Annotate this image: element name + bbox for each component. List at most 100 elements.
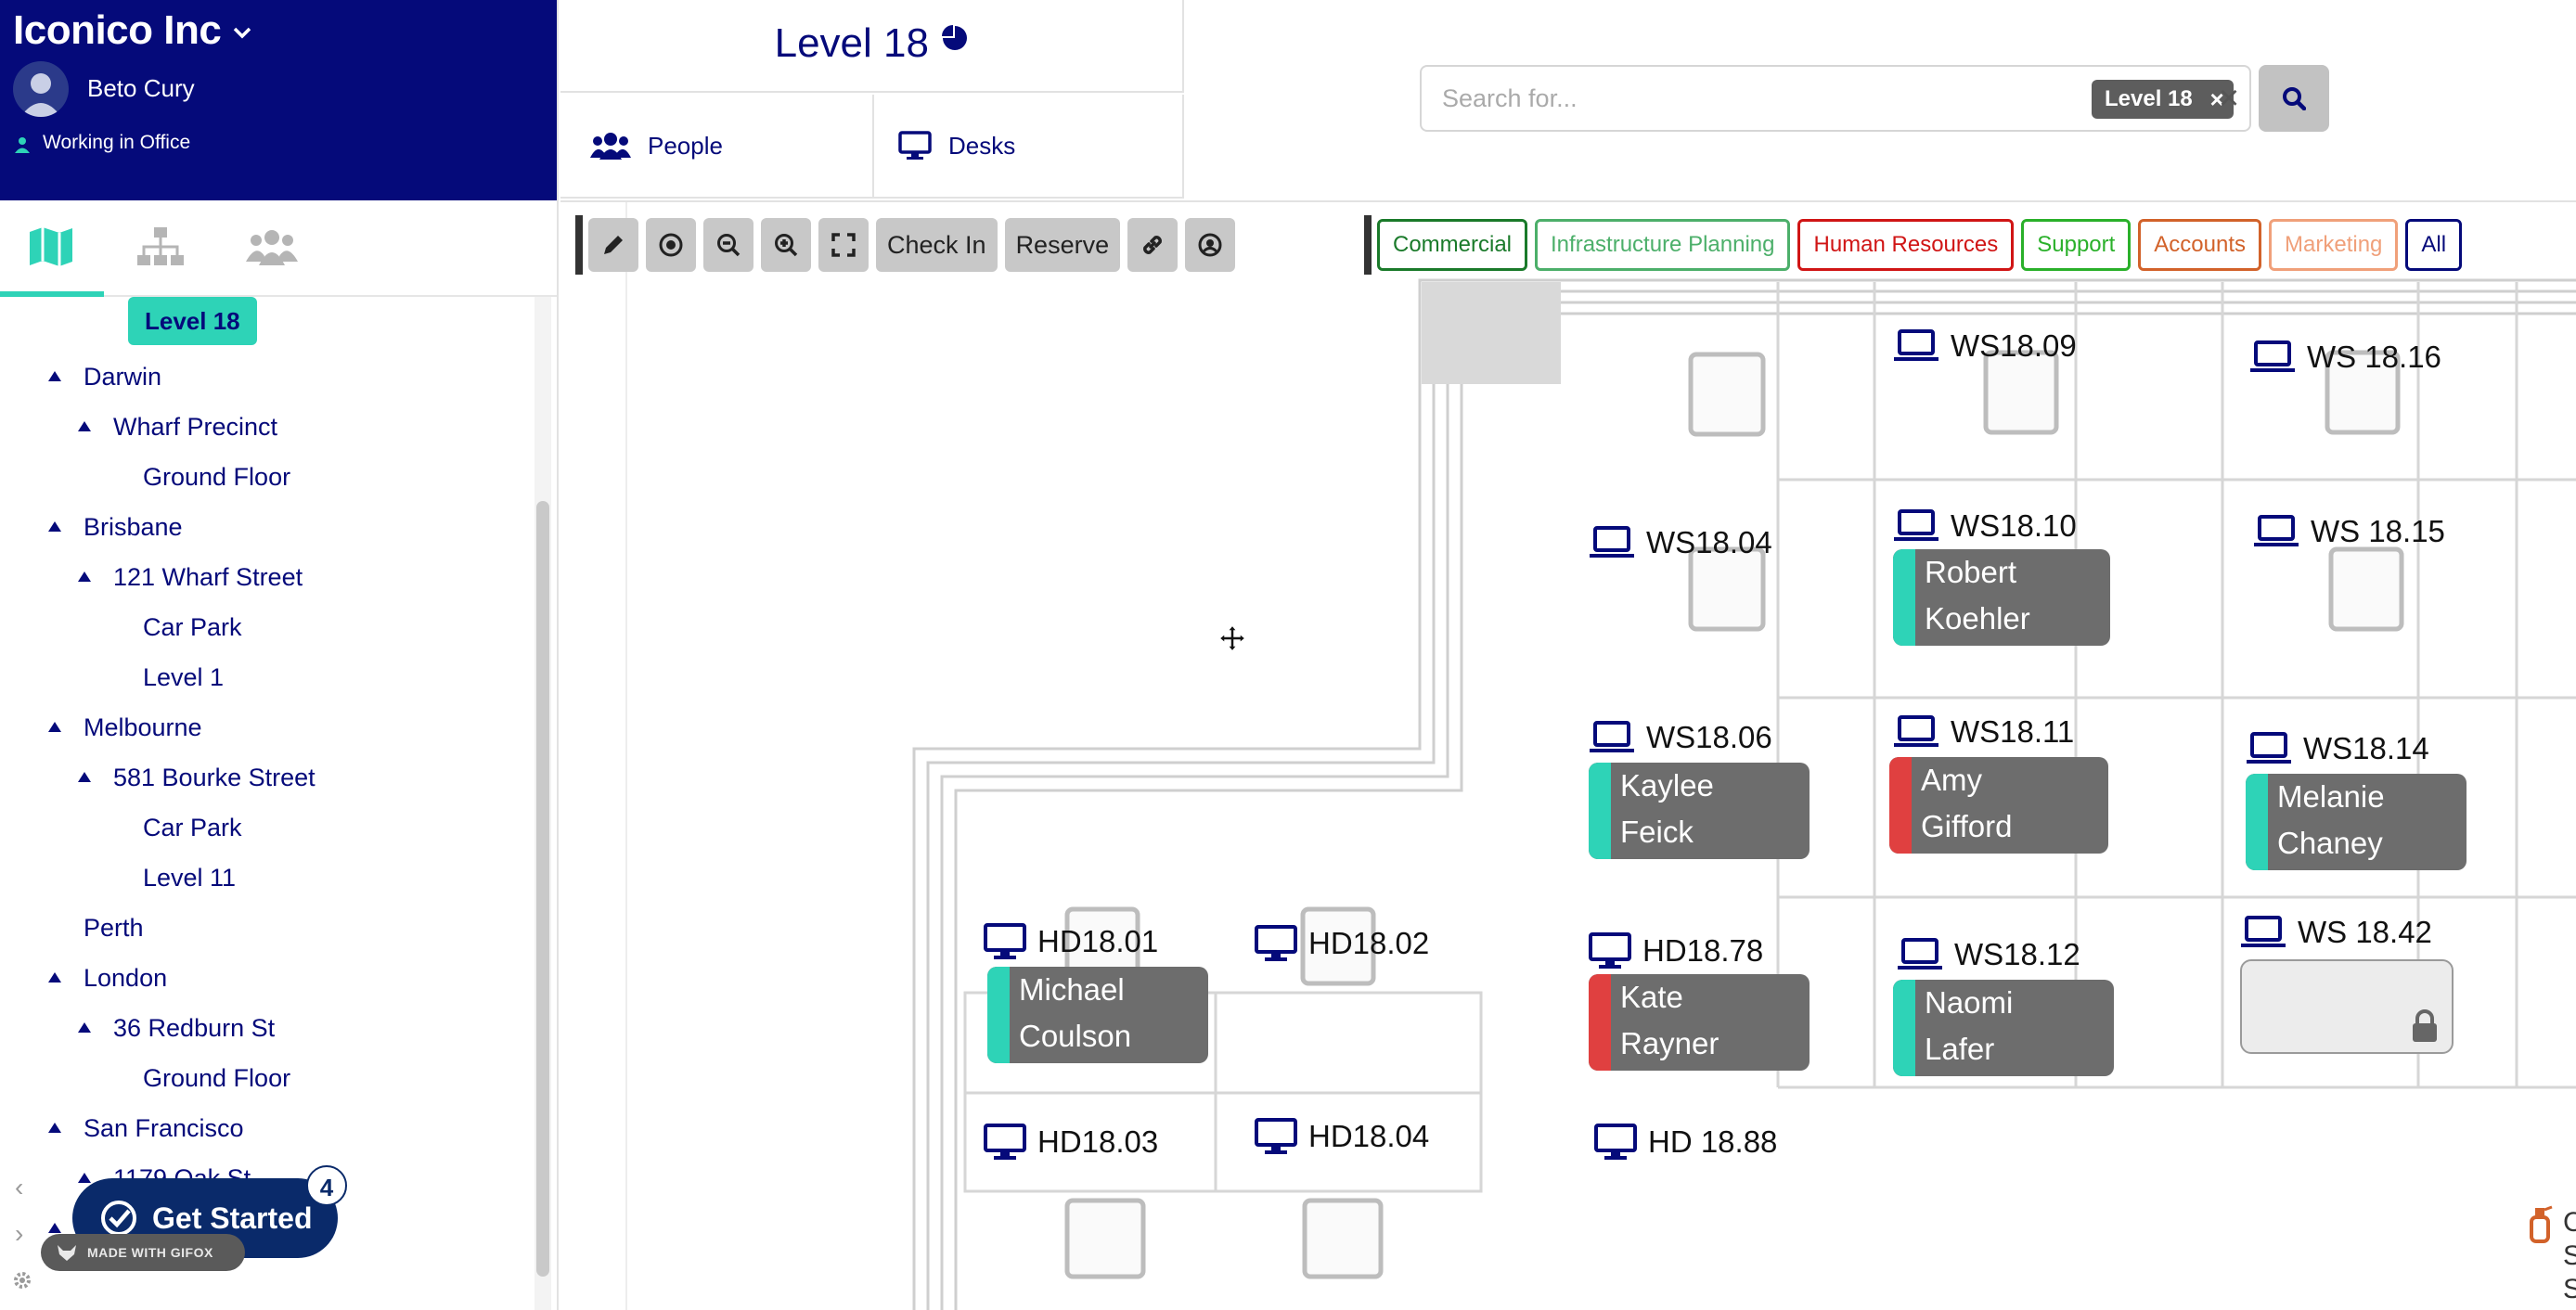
tree-item[interactable]: San Francisco [84, 1110, 244, 1147]
booking-card[interactable]: Naomi Lafer [1893, 980, 2114, 1076]
booking-card[interactable]: Kaylee Feick [1589, 763, 1810, 859]
tab-teams[interactable] [239, 221, 304, 273]
desk-label[interactable]: WS18.12 [1897, 931, 2080, 978]
caret-icon[interactable] [78, 421, 91, 431]
desk-label[interactable]: HD18.01 [984, 918, 1158, 965]
caret-icon[interactable] [48, 1123, 61, 1133]
status-strip [2246, 774, 2268, 870]
desk-label[interactable]: HD18.78 [1589, 928, 1763, 974]
edit-button[interactable] [588, 218, 638, 272]
chevron-right-icon[interactable]: › [15, 1219, 23, 1249]
desk-label[interactable]: WS 18.42 [2240, 909, 2432, 956]
tree-item[interactable]: Ground Floor [143, 1060, 290, 1097]
pencil-icon [604, 236, 623, 254]
filter-chip[interactable]: Commercial [1377, 219, 1528, 271]
desk-label[interactable]: WS 18.16 [2249, 334, 2441, 380]
desk-label[interactable]: WS18.04 [1589, 520, 1772, 566]
tree-item[interactable]: Perth [84, 909, 144, 946]
tree-item[interactable]: Level 1 [143, 659, 224, 696]
zoom-in-icon [775, 234, 798, 257]
tree-item[interactable]: 36 Redburn St [113, 1009, 275, 1047]
booking-card[interactable]: Amy Gifford [1889, 757, 2108, 854]
filter-chip[interactable]: All [2405, 219, 2463, 271]
tree-item[interactable]: Wharf Precinct [113, 408, 277, 445]
reserve-button[interactable]: Reserve [1004, 218, 1121, 272]
desk-label[interactable]: HD18.04 [1255, 1113, 1429, 1160]
tree-item[interactable]: Melbourne [84, 709, 202, 746]
filter-chip[interactable]: Infrastructure Planning [1535, 219, 1791, 271]
desk-label[interactable]: HD18.02 [1255, 920, 1429, 967]
locked-desk-slot[interactable] [2240, 959, 2454, 1054]
filter-chip[interactable]: Human Resources [1797, 219, 2015, 271]
caret-icon[interactable] [48, 972, 61, 982]
tab-org-chart[interactable] [128, 221, 193, 273]
booking-card[interactable]: Kate Rayner [1589, 974, 1810, 1071]
desk-label[interactable]: WS18.14 [2246, 726, 2429, 772]
tab-map[interactable] [19, 221, 84, 273]
tree-scrollbar[interactable] [536, 501, 549, 1277]
user-location-button[interactable] [1185, 218, 1236, 272]
caret-icon[interactable] [78, 1022, 91, 1033]
laptop-icon [2250, 340, 2295, 372]
fit-to-screen-button[interactable] [818, 218, 869, 272]
caret-icon[interactable] [48, 1223, 61, 1233]
caret-icon[interactable] [48, 722, 61, 732]
tree-item[interactable]: Brisbane [84, 508, 183, 546]
amenity-spray-icon[interactable] [2524, 1204, 2554, 1243]
monitor-icon [1594, 1124, 1637, 1160]
org-name[interactable]: Iconico Inc [13, 7, 222, 54]
zoom-out-button[interactable] [703, 218, 753, 272]
tree-item[interactable]: Level 11 [143, 859, 236, 896]
search-input[interactable] [1442, 67, 2092, 130]
share-link-button[interactable] [1127, 218, 1179, 272]
tree-item[interactable]: Darwin [84, 358, 161, 395]
zoom-in-button[interactable] [761, 218, 811, 272]
booking-card[interactable]: Robert Koehler [1893, 549, 2110, 646]
tree-item-label: Level 1 [143, 663, 225, 691]
tree-item[interactable]: London [84, 959, 167, 996]
tree-item[interactable]: Ground Floor [143, 458, 290, 495]
booking-card[interactable]: Melanie Chaney [2246, 774, 2467, 870]
desk-label[interactable]: WS18.11 [1893, 709, 2074, 755]
caret-icon[interactable] [48, 371, 61, 381]
chevron-left-icon[interactable]: ‹ [15, 1173, 23, 1202]
tab-people[interactable]: People [590, 95, 874, 197]
caret-icon[interactable] [48, 521, 61, 532]
current-level-chip[interactable]: Level 18 [128, 297, 257, 345]
filter-chip[interactable]: Support [2021, 219, 2132, 271]
desk-id: HD18.03 [1037, 1124, 1159, 1159]
avatar[interactable] [13, 61, 69, 117]
move-cursor-icon [1217, 623, 1247, 653]
desk-label[interactable]: WS18.10 [1893, 503, 2077, 549]
caret-icon[interactable] [78, 1173, 91, 1183]
desk-label[interactable]: WS18.09 [1893, 323, 2077, 369]
booking-card[interactable]: Michael Coulson [987, 967, 1208, 1063]
org-header: Iconico Inc Beto Cury Working in Office [0, 0, 557, 200]
tree-item[interactable]: 581 Bourke Street [113, 759, 316, 796]
booked-person-first: Michael [1019, 972, 1125, 1007]
filter-chip[interactable]: Marketing [2269, 219, 2399, 271]
caret-icon[interactable] [78, 572, 91, 582]
caret-icon[interactable] [78, 772, 91, 782]
tree-item[interactable]: Car Park [143, 609, 242, 646]
gear-icon[interactable] [11, 1269, 33, 1291]
search-button[interactable] [2259, 65, 2329, 132]
desk-label[interactable]: WS18.06 [1589, 714, 1772, 761]
presence-status[interactable]: Working in Office [43, 132, 190, 154]
desk-label[interactable]: WS 18.15 [2253, 508, 2445, 555]
clear-search-icon[interactable]: × [2212, 76, 2246, 121]
tree-item-label: London [84, 964, 168, 992]
laptop-icon [1590, 526, 1634, 558]
desk-label[interactable]: HD18.03 [984, 1119, 1158, 1165]
gifox-label: MADE WITH GIFOX [87, 1245, 213, 1260]
tree-item[interactable]: 121 Wharf Street [113, 559, 303, 596]
tab-desks[interactable]: Desks [898, 95, 1177, 197]
desk-label[interactable]: HD 18.88 [1594, 1119, 1777, 1165]
pie-chart-icon[interactable] [942, 25, 968, 51]
check-in-button[interactable]: Check In [876, 218, 998, 272]
search-box: Level 18 × × [1420, 65, 2251, 132]
locate-button[interactable] [646, 218, 696, 272]
filter-chip[interactable]: Accounts [2138, 219, 2262, 271]
chevron-down-icon[interactable] [232, 22, 252, 43]
tree-item[interactable]: Car Park [143, 809, 242, 846]
